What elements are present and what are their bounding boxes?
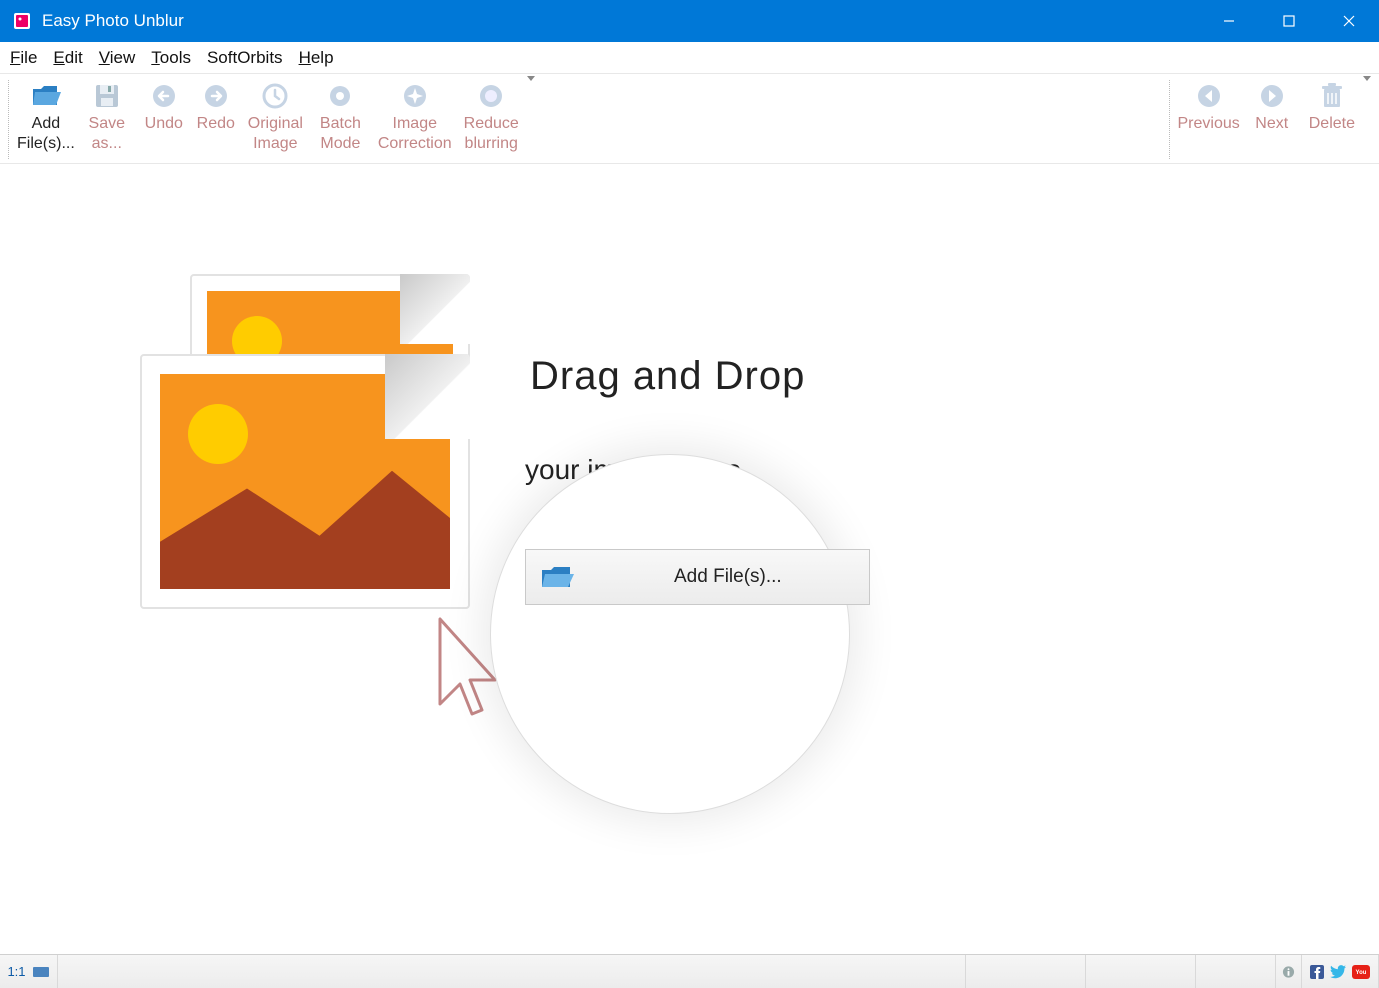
image-correction-label: Image Correction: [378, 114, 452, 154]
reduce-blurring-button[interactable]: Reduce blurring: [458, 76, 525, 154]
next-button[interactable]: Next: [1246, 76, 1298, 134]
add-files-main-button[interactable]: Add File(s)...: [525, 549, 870, 605]
sparkle-icon: [399, 80, 431, 112]
blur-icon: [475, 80, 507, 112]
original-image-button[interactable]: Original Image: [242, 76, 309, 154]
delete-button[interactable]: Delete: [1303, 76, 1361, 134]
reduce-blurring-label: Reduce blurring: [464, 114, 519, 154]
menu-file[interactable]: File: [10, 48, 37, 68]
status-empty-4: [1196, 955, 1276, 988]
delete-label: Delete: [1309, 114, 1355, 134]
title-bar: Easy Photo Unblur: [0, 0, 1379, 42]
redo-icon: [200, 80, 232, 112]
undo-label: Undo: [145, 114, 183, 134]
previous-button[interactable]: Previous: [1172, 76, 1246, 134]
fit-screen-icon: [32, 966, 50, 978]
app-icon: [8, 7, 36, 35]
menu-softorbits[interactable]: SoftOrbits: [207, 48, 283, 68]
save-icon: [91, 80, 123, 112]
twitter-icon[interactable]: [1330, 965, 1346, 979]
toolbar-overflow-left[interactable]: [525, 76, 537, 90]
gear-icon: [324, 80, 356, 112]
photo-illustration-front: [140, 354, 470, 609]
add-files-main-label: Add File(s)...: [674, 566, 782, 588]
batch-mode-label: Batch Mode: [320, 114, 361, 154]
save-as-label: Save as...: [89, 114, 125, 154]
previous-icon: [1193, 80, 1225, 112]
svg-text:You: You: [1356, 970, 1367, 976]
status-empty-3: [1086, 955, 1196, 988]
drag-and-drop-heading: Drag and Drop: [530, 354, 805, 399]
status-empty-2: [966, 955, 1086, 988]
folder-open-icon: [540, 564, 574, 590]
zoom-value: 1:1: [7, 964, 25, 979]
menu-edit[interactable]: Edit: [53, 48, 82, 68]
redo-button[interactable]: Redo: [190, 76, 242, 134]
toolbar: Add File(s)... Save as... Undo Redo Orig…: [0, 74, 1379, 164]
zoom-indicator[interactable]: 1:1: [0, 955, 58, 988]
save-as-button[interactable]: Save as...: [81, 76, 133, 154]
next-label: Next: [1255, 114, 1288, 134]
clock-icon: [259, 80, 291, 112]
menu-view[interactable]: View: [99, 48, 136, 68]
info-icon: [1282, 965, 1295, 979]
undo-icon: [148, 80, 180, 112]
undo-button[interactable]: Undo: [138, 76, 190, 134]
menu-bar: File Edit View Tools SoftOrbits Help: [0, 42, 1379, 74]
add-files-label: Add File(s)...: [17, 114, 75, 154]
maximize-button[interactable]: [1259, 0, 1319, 42]
batch-mode-button[interactable]: Batch Mode: [314, 76, 367, 154]
add-files-button[interactable]: Add File(s)...: [11, 76, 81, 154]
info-button[interactable]: [1276, 955, 1302, 988]
folder-open-icon: [30, 80, 62, 112]
main-drop-area[interactable]: Drag and Drop your images here Add File(…: [0, 164, 1379, 954]
original-image-label: Original Image: [248, 114, 303, 154]
redo-label: Redo: [197, 114, 235, 134]
previous-label: Previous: [1178, 114, 1240, 134]
toolbar-overflow-right[interactable]: [1361, 76, 1373, 90]
magnifier-illustration: [490, 454, 850, 814]
image-correction-button[interactable]: Image Correction: [372, 76, 458, 154]
menu-help[interactable]: Help: [299, 48, 334, 68]
app-title: Easy Photo Unblur: [42, 11, 184, 31]
trash-icon: [1316, 80, 1348, 112]
status-bar: 1:1 You: [0, 954, 1379, 988]
facebook-icon[interactable]: [1310, 965, 1324, 979]
next-icon: [1256, 80, 1288, 112]
close-button[interactable]: [1319, 0, 1379, 42]
status-empty-1: [58, 955, 966, 988]
youtube-icon[interactable]: You: [1352, 965, 1370, 979]
minimize-button[interactable]: [1199, 0, 1259, 42]
menu-tools[interactable]: Tools: [151, 48, 191, 68]
